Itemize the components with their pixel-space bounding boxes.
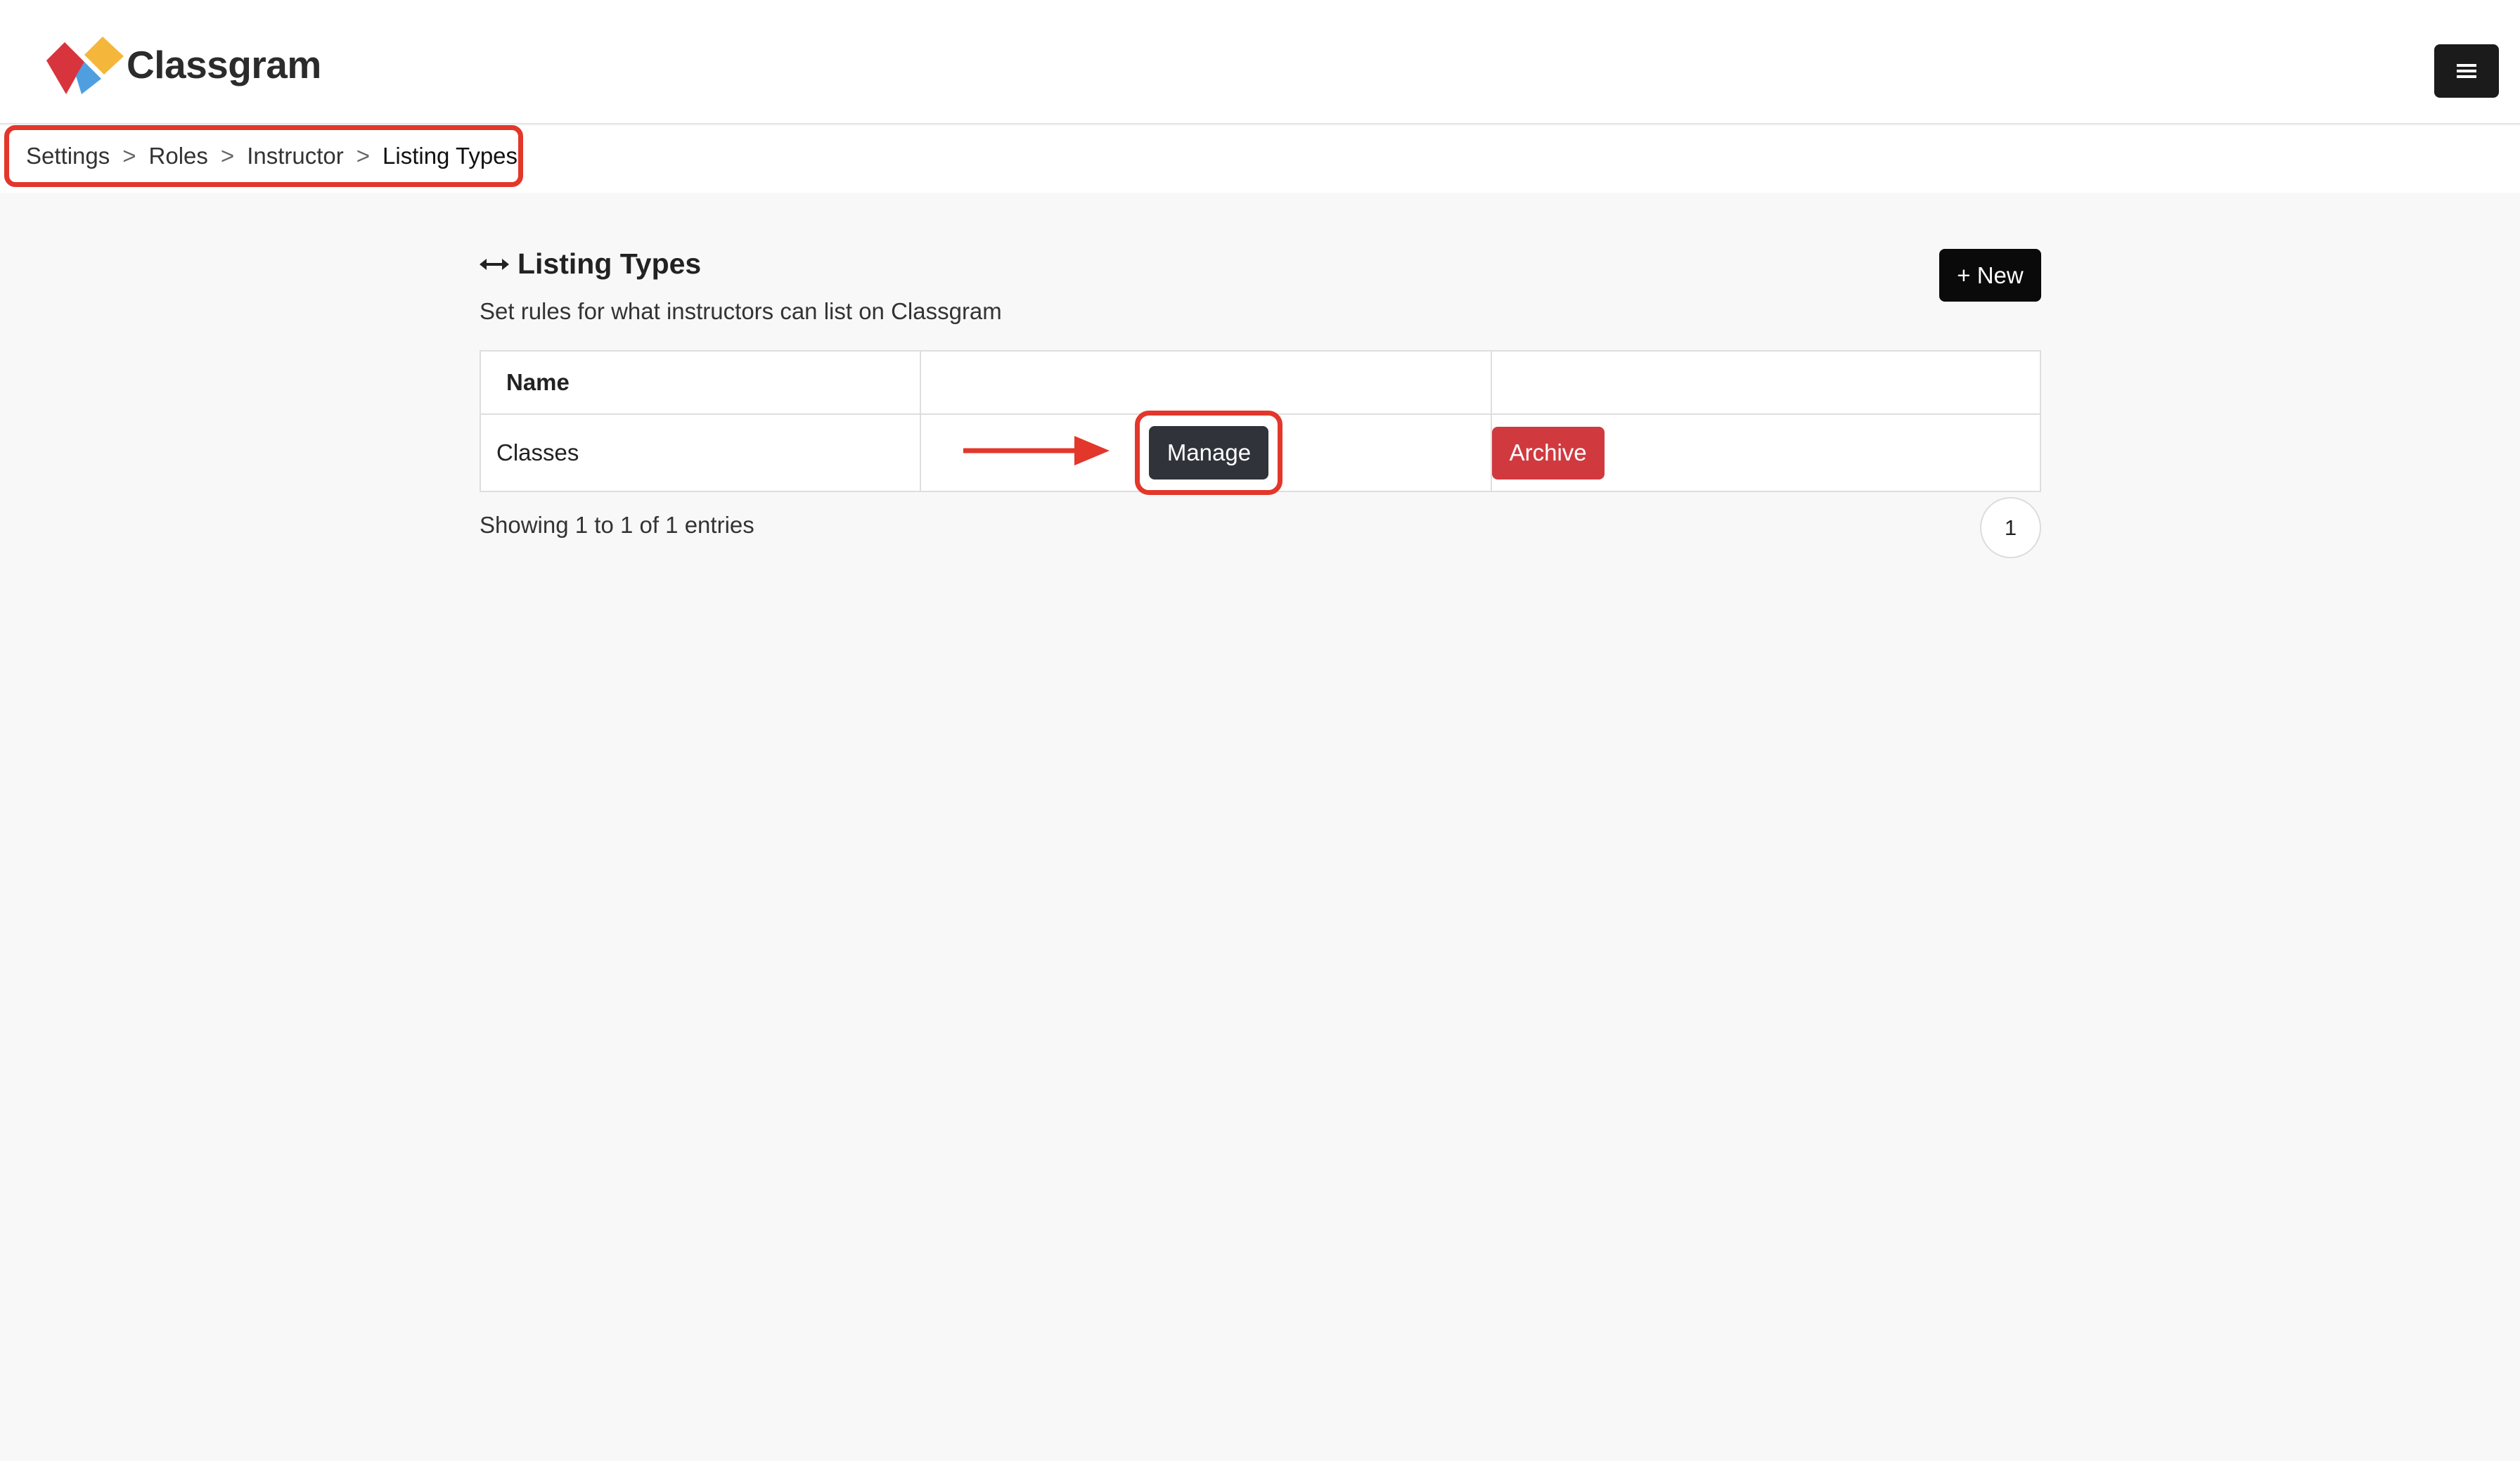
column-header-archive bbox=[1490, 350, 2042, 415]
page-subtitle: Set rules for what instructors can list … bbox=[480, 298, 1002, 324]
page-title-text: Listing Types bbox=[518, 247, 702, 280]
column-header-manage bbox=[920, 350, 1492, 415]
breadcrumb-item-settings[interactable]: Settings bbox=[26, 143, 110, 169]
listing-type-name: Classes bbox=[479, 413, 922, 492]
manage-cell: Manage bbox=[920, 411, 1492, 495]
breadcrumb-item-instructor[interactable]: Instructor bbox=[247, 143, 344, 169]
pagination-page-1[interactable]: 1 bbox=[1980, 497, 2041, 558]
page-title: Listing Types bbox=[480, 247, 701, 281]
table-header-row: Name bbox=[479, 350, 2042, 415]
listing-types-table: Name Classes Manage Archive bbox=[479, 350, 2042, 495]
manage-button[interactable]: Manage bbox=[1149, 426, 1269, 480]
new-listing-type-button[interactable]: + New bbox=[1939, 249, 2041, 302]
column-header-name[interactable]: Name bbox=[479, 350, 922, 415]
breadcrumb-item-roles[interactable]: Roles bbox=[149, 143, 208, 169]
breadcrumb-separator: > bbox=[356, 143, 371, 169]
archive-cell: Archive bbox=[1490, 413, 2042, 492]
breadcrumb: Settings > Roles > Instructor > Listing … bbox=[4, 125, 523, 187]
manage-highlight: Manage bbox=[1135, 411, 1283, 495]
top-navbar: Classgram bbox=[0, 0, 2520, 124]
horizontal-arrows-icon bbox=[480, 258, 509, 270]
archive-button[interactable]: Archive bbox=[1491, 426, 1605, 480]
table-row: Classes Manage Archive bbox=[479, 411, 2042, 495]
breadcrumb-separator: > bbox=[220, 143, 235, 169]
brand-name[interactable]: Classgram bbox=[127, 42, 321, 87]
breadcrumb-separator: > bbox=[122, 143, 136, 169]
breadcrumb-item-listing-types: Listing Types bbox=[382, 143, 518, 169]
hamburger-menu-icon bbox=[2457, 64, 2476, 78]
entries-info: Showing 1 to 1 of 1 entries bbox=[480, 512, 754, 538]
classgram-logo-icon[interactable] bbox=[45, 34, 127, 94]
menu-button[interactable] bbox=[2434, 44, 2499, 98]
annotation-arrow-icon bbox=[963, 436, 1110, 465]
